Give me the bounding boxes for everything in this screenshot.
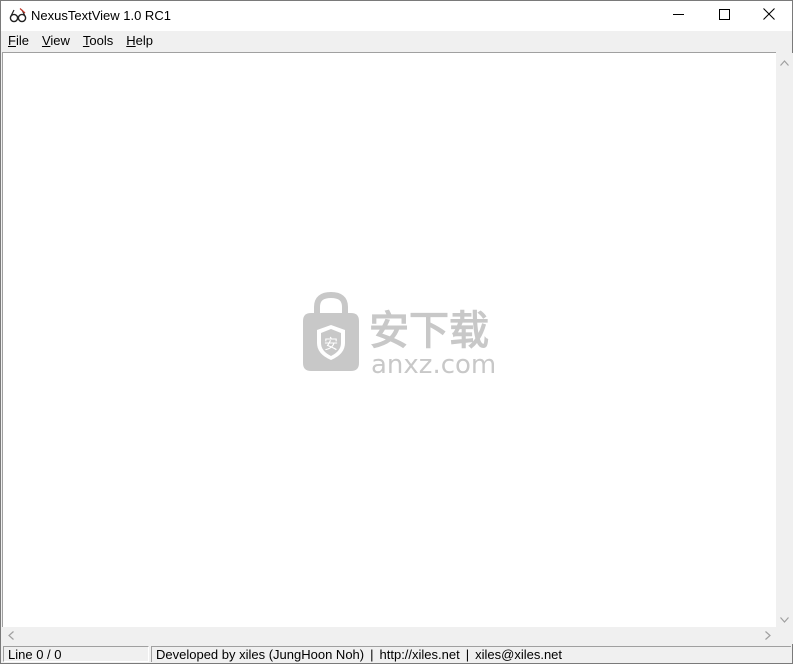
window-title: NexusTextView 1.0 RC1 <box>31 8 171 23</box>
status-credits: Developed by xiles (JungHoon Noh) | http:/… <box>151 646 791 662</box>
chevron-up-icon <box>780 53 789 71</box>
status-separator: | <box>465 647 470 662</box>
status-email: xiles@xiles.net <box>475 647 563 662</box>
glasses-app-icon <box>9 7 27 25</box>
chevron-down-icon <box>780 610 789 628</box>
scrollbar-corner <box>776 627 793 644</box>
chevron-left-icon <box>7 627 14 645</box>
watermark-logo: 安 安下载 anxz.com <box>289 291 509 381</box>
app-window: NexusTextView 1.0 RC1 File View Tools He… <box>0 0 793 664</box>
vertical-scrollbar[interactable] <box>776 53 793 627</box>
close-icon <box>763 7 775 25</box>
menu-bar: File View Tools Help <box>1 31 792 51</box>
maximize-icon <box>718 7 730 25</box>
scroll-left-button[interactable] <box>2 627 19 644</box>
scroll-up-button[interactable] <box>776 53 793 70</box>
maximize-button[interactable] <box>701 1 747 31</box>
svg-text:安下载: 安下载 <box>369 308 489 354</box>
horizontal-scrollbar[interactable] <box>2 627 776 644</box>
chevron-right-icon <box>764 627 771 645</box>
scroll-down-button[interactable] <box>776 610 793 627</box>
close-button[interactable] <box>746 1 792 31</box>
menu-view[interactable]: View <box>36 31 76 51</box>
status-url: http://xiles.net <box>379 647 460 662</box>
title-bar[interactable]: NexusTextView 1.0 RC1 <box>1 1 792 31</box>
menu-file[interactable]: File <box>2 31 35 51</box>
svg-text:安: 安 <box>324 337 338 353</box>
status-developer: Developed by xiles (JungHoon Noh) <box>156 647 365 662</box>
status-separator: | <box>370 647 374 662</box>
minimize-button[interactable] <box>655 1 701 31</box>
minimize-icon <box>672 7 684 25</box>
text-view-area[interactable]: 安 安下载 anxz.com <box>2 52 776 628</box>
menu-help[interactable]: Help <box>120 31 159 51</box>
scroll-right-button[interactable] <box>759 627 776 644</box>
status-line-count: Line 0 / 0 <box>3 646 149 662</box>
menu-tools[interactable]: Tools <box>77 31 119 51</box>
status-bar: Line 0 / 0 Developed by xiles (JungHoon … <box>1 645 792 663</box>
svg-text:anxz.com: anxz.com <box>371 350 496 380</box>
